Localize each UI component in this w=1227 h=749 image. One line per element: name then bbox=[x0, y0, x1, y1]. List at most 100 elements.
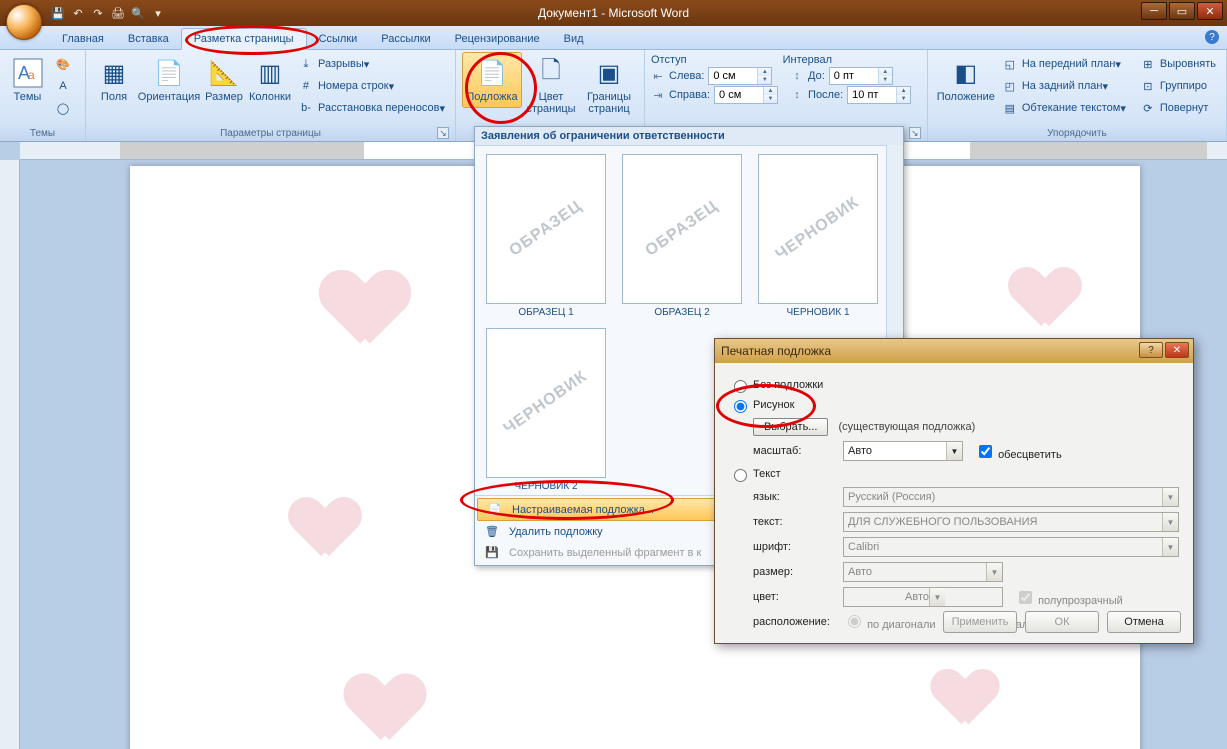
tab-review[interactable]: Рецензирование bbox=[443, 29, 552, 49]
group-label-themes: Темы bbox=[6, 126, 79, 141]
radio-none[interactable]: Без подложки bbox=[729, 377, 1179, 393]
bring-front-button[interactable]: ◱На передний план ▾ bbox=[998, 54, 1130, 74]
margins-button[interactable]: ▦Поля bbox=[92, 52, 136, 108]
tab-page-layout[interactable]: Разметка страницы bbox=[181, 28, 307, 50]
colors-icon: 🎨 bbox=[55, 56, 71, 72]
send-back-button[interactable]: ◰На задний план ▾ bbox=[998, 76, 1130, 96]
position-icon: ◧ bbox=[950, 57, 982, 89]
back-icon: ◰ bbox=[1002, 78, 1018, 94]
rotate-icon: ⟳ bbox=[1140, 100, 1156, 116]
radio-text[interactable]: Текст bbox=[729, 466, 1179, 482]
dialog-body: Без подложки Рисунок Выбрать... (существ… bbox=[715, 363, 1193, 646]
group-label-page-setup: Параметры страницы↘ bbox=[92, 126, 449, 141]
help-icon[interactable]: ? bbox=[1205, 30, 1219, 44]
watermark-thumb[interactable]: ОБРАЗЕЦОБРАЗЕЦ 1 bbox=[483, 154, 609, 318]
breaks-icon: ⤓ bbox=[298, 56, 314, 72]
margins-icon: ▦ bbox=[98, 57, 130, 89]
remove-wm-icon: 🗑 bbox=[483, 525, 501, 538]
indent-right-icon: ⇥ bbox=[651, 88, 665, 102]
breaks-button[interactable]: ⤓Разрывы ▾ bbox=[294, 54, 449, 74]
columns-icon: ▥ bbox=[254, 57, 286, 89]
qat-more-icon[interactable]: ▾ bbox=[150, 5, 166, 21]
watermark-thumb[interactable]: ЧЕРНОВИКЧЕРНОВИК 2 bbox=[483, 328, 609, 492]
watermark-button[interactable]: 📄Подложка bbox=[462, 52, 522, 108]
gallery-header: Заявления об ограничении ответственности bbox=[475, 127, 903, 146]
group-label-arrange: Упорядочить bbox=[934, 126, 1220, 141]
position-button[interactable]: ◧Положение bbox=[934, 52, 998, 108]
dialog-help-button[interactable]: ? bbox=[1139, 342, 1163, 358]
scale-combo[interactable]: Авто▼ bbox=[843, 441, 963, 461]
close-button[interactable]: ✕ bbox=[1197, 2, 1223, 20]
tab-mailings[interactable]: Рассылки bbox=[369, 29, 442, 49]
radio-picture[interactable]: Рисунок bbox=[729, 397, 1179, 413]
page-borders-button[interactable]: ▣Границы страниц bbox=[580, 52, 638, 120]
print-icon[interactable]: 🖨 bbox=[110, 5, 126, 21]
spacing-after-input[interactable]: ▲▼ bbox=[847, 86, 911, 104]
indent-header: Отступ bbox=[651, 54, 687, 66]
save-icon[interactable]: 💾 bbox=[50, 5, 66, 21]
group-page-setup: ▦Поля 📄Ориентация 📐Размер ▥Колонки ⤓Разр… bbox=[86, 50, 456, 141]
align-button[interactable]: ⊞Выровнять bbox=[1136, 54, 1220, 74]
indent-right-input[interactable]: ▲▼ bbox=[714, 86, 778, 104]
theme-fonts-button[interactable]: A bbox=[51, 76, 79, 96]
size-button[interactable]: 📐Размер bbox=[202, 52, 246, 108]
tab-insert[interactable]: Вставка bbox=[116, 29, 181, 49]
theme-colors-button[interactable]: 🎨 bbox=[51, 54, 79, 74]
watermark-thumb[interactable]: ЧЕРНОВИКЧЕРНОВИК 1 bbox=[755, 154, 881, 318]
indent-left-icon: ⇤ bbox=[651, 69, 665, 83]
preview-icon[interactable]: 🔍 bbox=[130, 5, 146, 21]
vertical-ruler[interactable] bbox=[0, 160, 20, 749]
color-combo: Авто▼ bbox=[843, 587, 1003, 607]
tab-references[interactable]: Ссылки bbox=[307, 29, 370, 49]
maximize-button[interactable]: ▭ bbox=[1169, 2, 1195, 20]
save-sel-icon: 💾 bbox=[483, 546, 501, 559]
spacing-before-input[interactable]: ▲▼ bbox=[829, 67, 893, 85]
tab-home[interactable]: Главная bbox=[50, 29, 116, 49]
page-color-button[interactable]: 🗋Цвет страницы bbox=[522, 52, 580, 120]
indent-left-input[interactable]: ▲▼ bbox=[708, 67, 772, 85]
window-title: Документ1 - Microsoft Word bbox=[538, 6, 689, 20]
themes-button[interactable]: Aa Темы bbox=[6, 52, 49, 108]
select-picture-button[interactable]: Выбрать... bbox=[753, 418, 828, 436]
theme-effects-button[interactable]: ◯ bbox=[51, 98, 79, 118]
watermark-dialog: Печатная подложка ?✕ Без подложки Рисуно… bbox=[714, 338, 1194, 644]
redo-icon[interactable]: ↷ bbox=[90, 5, 106, 21]
custom-wm-icon: 📄 bbox=[486, 503, 504, 516]
quick-access-toolbar: 💾 ↶ ↷ 🖨 🔍 ▾ bbox=[50, 5, 166, 21]
ok-button: ОК bbox=[1025, 611, 1099, 633]
font-combo: Calibri▼ bbox=[843, 537, 1179, 557]
group-objects-button[interactable]: ⊡Группиро bbox=[1136, 76, 1220, 96]
existing-label: (существующая подложка) bbox=[838, 421, 975, 433]
tab-view[interactable]: Вид bbox=[552, 29, 596, 49]
themes-icon: Aa bbox=[12, 57, 44, 89]
line-numbers-button[interactable]: #Номера строк ▾ bbox=[294, 76, 449, 96]
apply-button: Применить bbox=[943, 611, 1017, 633]
group-arrange: ◧Положение ◱На передний план ▾ ◰На задни… bbox=[928, 50, 1227, 141]
orientation-button[interactable]: 📄Ориентация bbox=[136, 52, 202, 108]
undo-icon[interactable]: ↶ bbox=[70, 5, 86, 21]
paragraph-launcher[interactable]: ↘ bbox=[909, 127, 921, 139]
minimize-button[interactable]: ─ bbox=[1141, 2, 1167, 20]
language-combo: Русский (Россия)▼ bbox=[843, 487, 1179, 507]
hyphen-icon: b- bbox=[298, 100, 314, 116]
dialog-title-bar[interactable]: Печатная подложка ?✕ bbox=[715, 339, 1193, 363]
spacing-header: Интервал bbox=[783, 54, 832, 66]
size-icon: 📐 bbox=[208, 57, 240, 89]
size-combo: Авто▼ bbox=[843, 562, 1003, 582]
rotate-button[interactable]: ⟳Повернут bbox=[1136, 98, 1220, 118]
hyphenation-button[interactable]: b-Расстановка переносов ▾ bbox=[294, 98, 449, 118]
columns-button[interactable]: ▥Колонки bbox=[246, 52, 294, 108]
watermark-icon: 📄 bbox=[476, 57, 508, 89]
cancel-button[interactable]: Отмена bbox=[1107, 611, 1181, 633]
svg-text:a: a bbox=[28, 68, 35, 82]
page-setup-launcher[interactable]: ↘ bbox=[437, 127, 449, 139]
office-button[interactable] bbox=[6, 4, 42, 40]
text-wrap-button[interactable]: ▤Обтекание текстом ▾ bbox=[998, 98, 1130, 118]
group-themes: Aa Темы 🎨 A ◯ Темы bbox=[0, 50, 86, 141]
spacing-after-icon: ↕ bbox=[790, 88, 804, 102]
dialog-close-button[interactable]: ✕ bbox=[1165, 342, 1189, 358]
washout-checkbox[interactable]: обесцветить bbox=[975, 442, 1062, 461]
group-icon: ⊡ bbox=[1140, 78, 1156, 94]
watermark-thumb[interactable]: ОБРАЗЕЦОБРАЗЕЦ 2 bbox=[619, 154, 745, 318]
semitransparent-checkbox: полупрозрачный bbox=[1015, 588, 1123, 607]
